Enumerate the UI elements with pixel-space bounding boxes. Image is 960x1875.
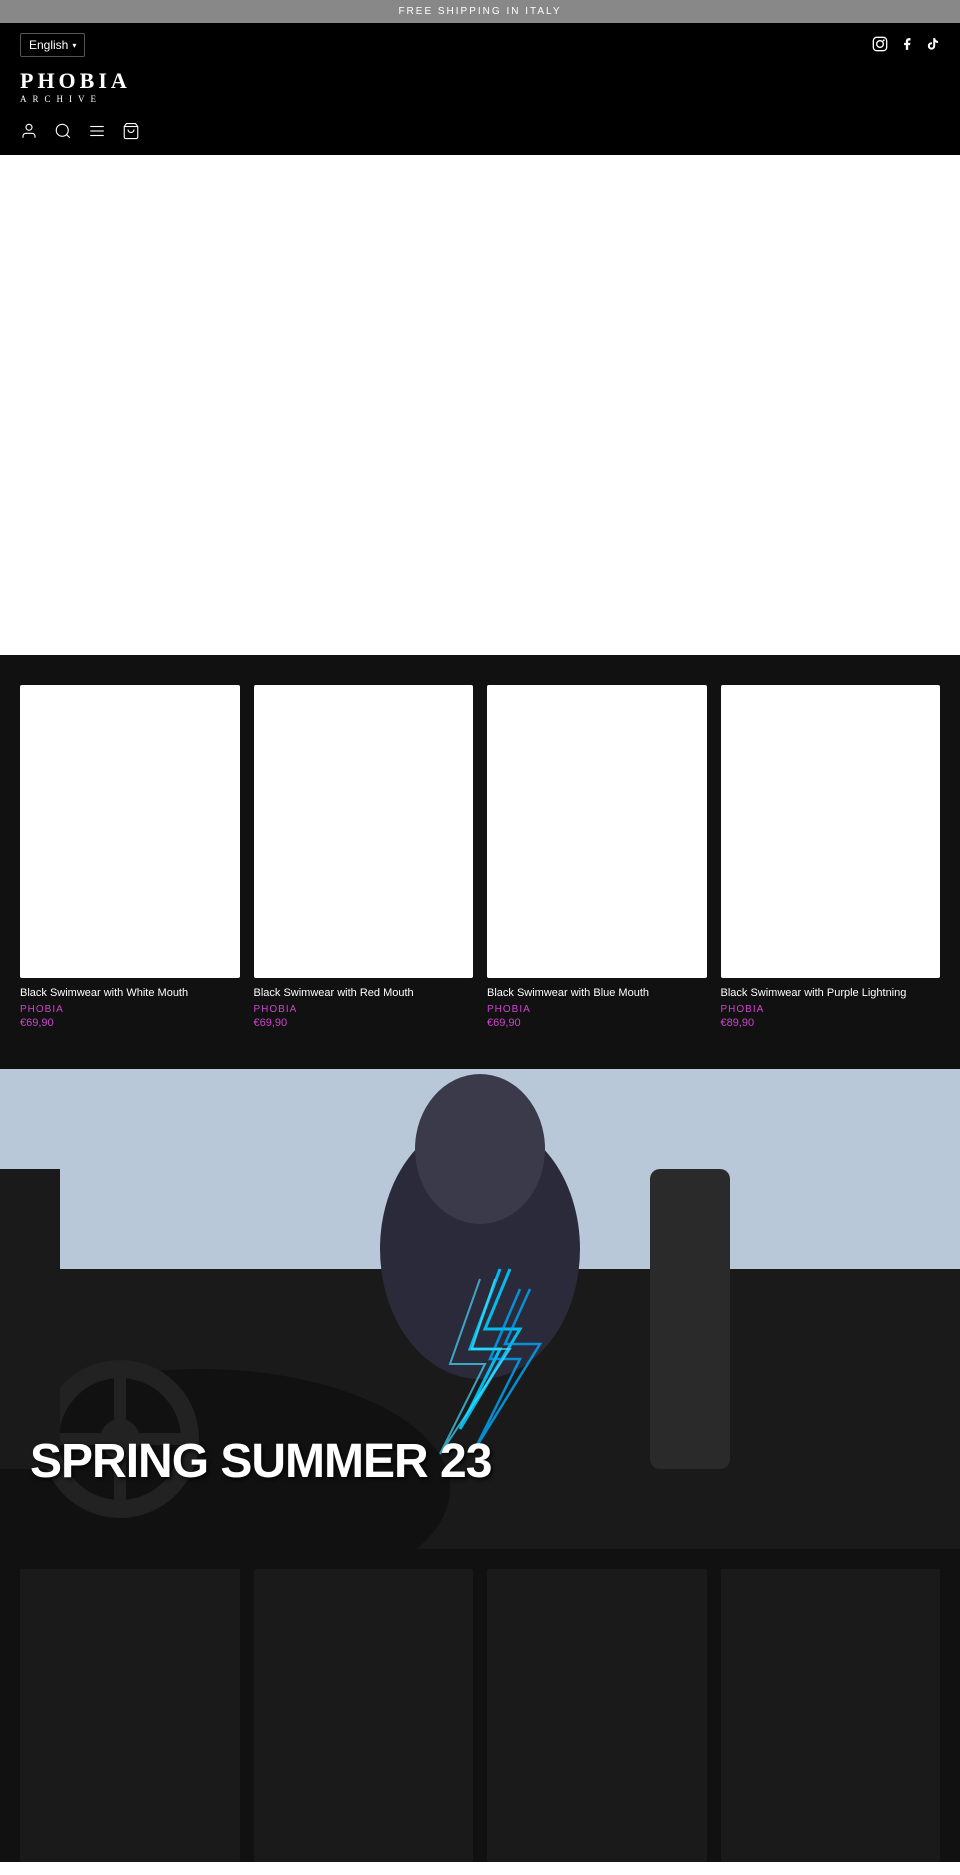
product-price-2: €69,90 — [254, 1017, 474, 1029]
thumbnail-item-2[interactable] — [254, 1569, 474, 1862]
product-name-1: Black Swimwear with White Mouth — [20, 986, 240, 1001]
chevron-down-icon: ▾ — [72, 41, 76, 50]
products-section: Black Swimwear with White Mouth PHOBIA €… — [0, 655, 960, 1069]
search-icon[interactable] — [54, 122, 72, 145]
brand-logo-line1: PHOBIA — [20, 69, 131, 93]
logo-container[interactable]: PHOBIA ARCHIVE — [20, 61, 940, 116]
campaign-banner[interactable]: SPRING SUMMER 23 — [0, 1069, 960, 1549]
product-price-4: €89,90 — [721, 1017, 941, 1029]
products-grid: Black Swimwear with White Mouth PHOBIA €… — [20, 685, 940, 1029]
social-icons — [872, 36, 940, 55]
announcement-text: FREE SHIPPING IN ITALY — [398, 6, 561, 17]
product-image-4 — [721, 685, 941, 978]
cart-icon[interactable] — [122, 122, 140, 145]
product-price-1: €69,90 — [20, 1017, 240, 1029]
product-name-3: Black Swimwear with Blue Mouth — [487, 986, 707, 1001]
brand-logo-line2: ARCHIVE — [20, 94, 102, 104]
language-selector[interactable]: English ▾ — [20, 33, 85, 57]
campaign-title: SPRING SUMMER 23 — [30, 1434, 491, 1489]
instagram-icon[interactable] — [872, 36, 888, 55]
product-name-2: Black Swimwear with Red Mouth — [254, 986, 474, 1001]
nav-icons — [20, 116, 940, 155]
product-image-2 — [254, 685, 474, 978]
header-top: English ▾ — [20, 23, 940, 61]
thumbnail-item-4[interactable] — [721, 1569, 941, 1862]
hero-section — [0, 155, 960, 655]
product-card-4[interactable]: Black Swimwear with Purple Lightning PHO… — [721, 685, 941, 1029]
header: English ▾ — [0, 23, 960, 155]
campaign-visual: SPRING SUMMER 23 — [0, 1069, 960, 1549]
product-price-3: €69,90 — [487, 1017, 707, 1029]
product-image-1 — [20, 685, 240, 978]
product-card-3[interactable]: Black Swimwear with Blue Mouth PHOBIA €6… — [487, 685, 707, 1029]
product-card-1[interactable]: Black Swimwear with White Mouth PHOBIA €… — [20, 685, 240, 1029]
thumbnails-grid — [20, 1569, 940, 1862]
facebook-icon[interactable] — [900, 36, 914, 55]
product-brand-2: PHOBIA — [254, 1004, 474, 1015]
product-card-2[interactable]: Black Swimwear with Red Mouth PHOBIA €69… — [254, 685, 474, 1029]
language-label: English — [29, 38, 68, 52]
product-brand-4: PHOBIA — [721, 1004, 941, 1015]
account-icon[interactable] — [20, 122, 38, 145]
thumbnail-item-3[interactable] — [487, 1569, 707, 1862]
announcement-bar: FREE SHIPPING IN ITALY — [0, 0, 960, 23]
product-name-4: Black Swimwear with Purple Lightning — [721, 986, 941, 1001]
thumbnails-section — [0, 1549, 960, 1862]
product-image-3 — [487, 685, 707, 978]
product-brand-1: PHOBIA — [20, 1004, 240, 1015]
tiktok-icon[interactable] — [926, 36, 940, 55]
thumbnail-item-1[interactable] — [20, 1569, 240, 1862]
product-brand-3: PHOBIA — [487, 1004, 707, 1015]
menu-icon[interactable] — [88, 122, 106, 145]
